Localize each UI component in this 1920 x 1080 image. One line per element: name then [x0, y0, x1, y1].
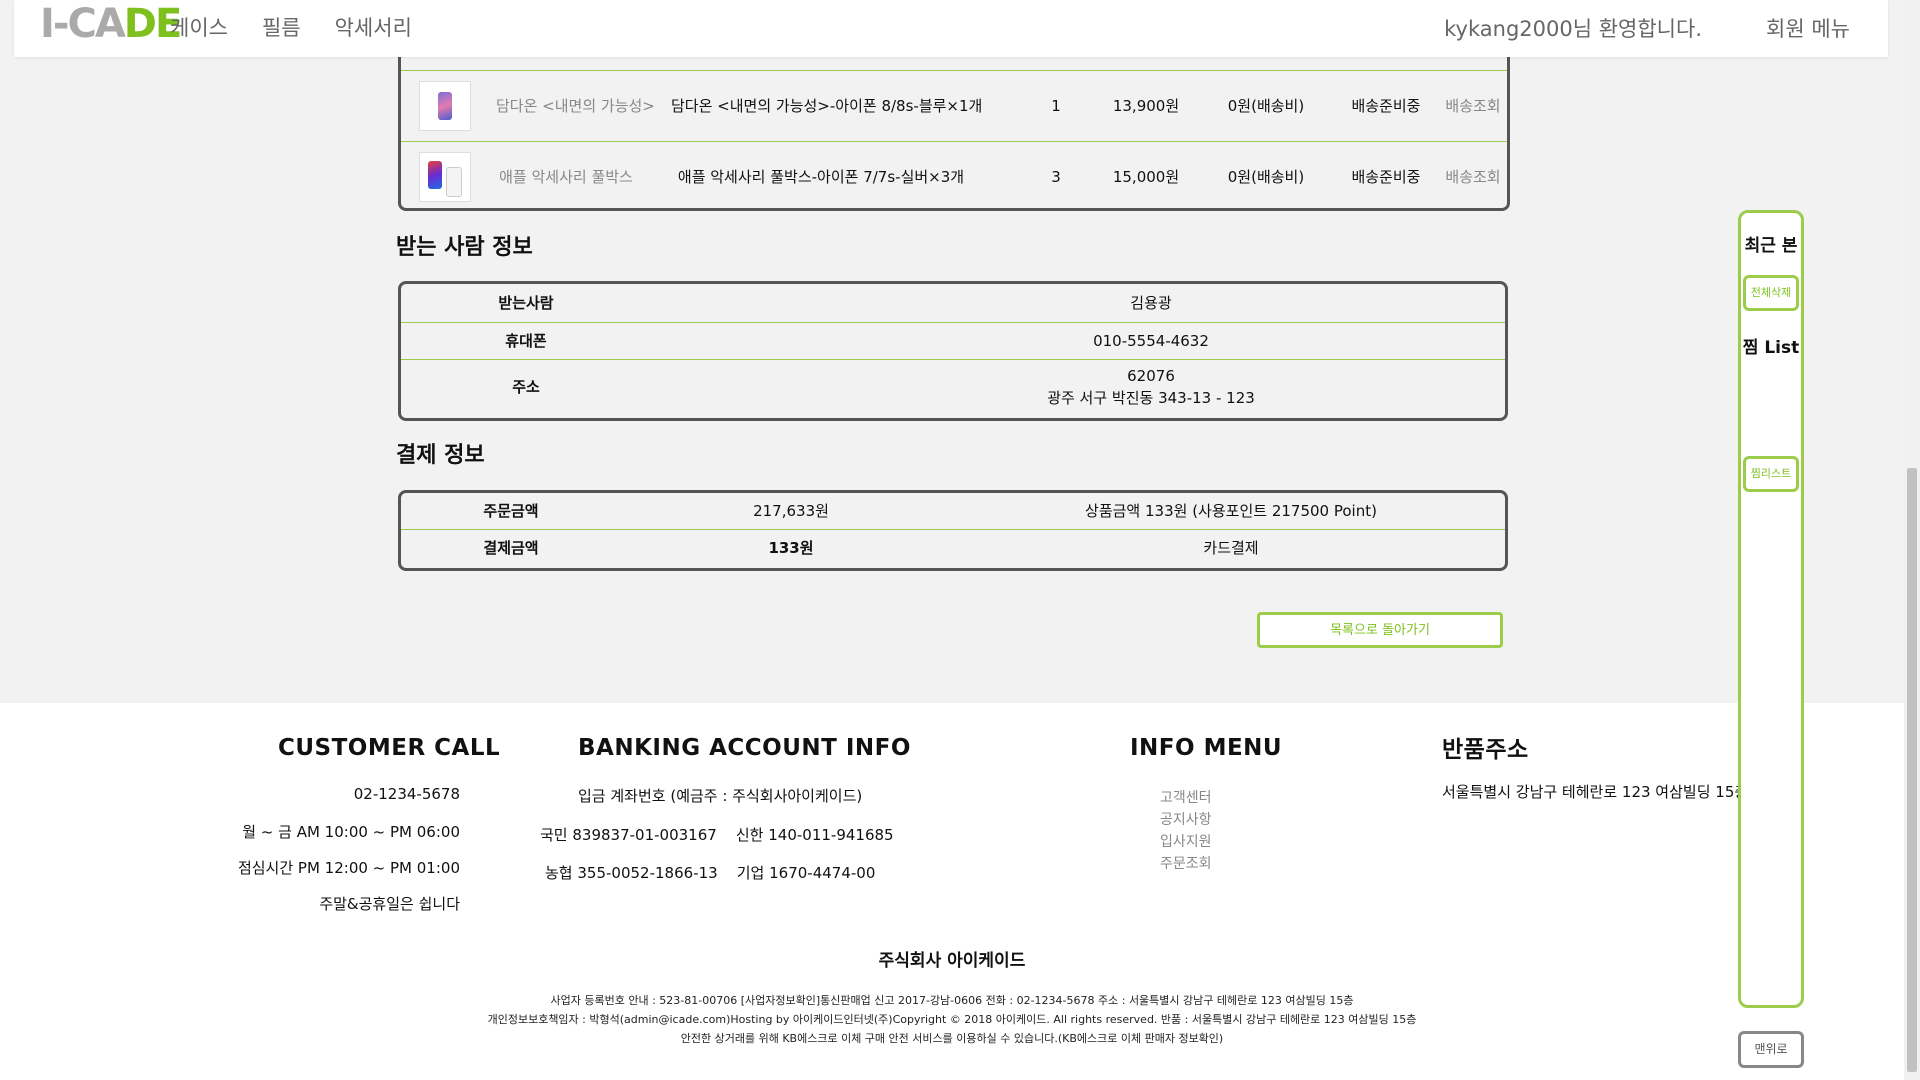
track-delivery-link[interactable]: 배송조회: [1433, 142, 1513, 212]
payment-info-table: 주문금액 217,633원 상품금액 133원 (사용포인트 217500 Po…: [398, 490, 1508, 571]
product-thumbnail[interactable]: [419, 152, 471, 202]
paid-amount-value: 133원: [768, 539, 814, 557]
recipient-info-table: 받는사람 김용광 휴대폰 010-5554-4632 주소 62076 광주 서…: [398, 281, 1508, 421]
product-price: 13,900원: [1112, 97, 1180, 115]
recipient-name-value: 김용광: [1130, 294, 1172, 312]
banking-account-row2: 농협 355-0052-1866-13 기업 1670-4474-00: [545, 864, 876, 882]
nav-accessory[interactable]: 악세서리: [335, 12, 412, 42]
track-delivery-link[interactable]: 배송조회: [1433, 71, 1513, 141]
recipient-section-title: 받는 사람 정보: [396, 235, 533, 260]
payment-section-title: 결제 정보: [396, 443, 485, 468]
wishlist-button[interactable]: 찜리스트: [1743, 456, 1799, 492]
product-option: 담다온 <내면의 가능성>-아이폰 8/8s-블루×1개: [671, 97, 983, 115]
customer-call-lunch: 점심시간 PM 12:00 ~ PM 01:00: [237, 859, 460, 877]
clear-all-button[interactable]: 전체삭제: [1743, 275, 1799, 311]
recipient-phone-label: 휴대폰: [505, 332, 547, 350]
customer-call-holiday: 주말&공휴일은 쉽니다: [319, 895, 460, 913]
shipping-fee: 0원(배송비): [1227, 168, 1305, 186]
footer-link-customer-center[interactable]: 고객센터: [1160, 787, 1212, 807]
page-scrollbar[interactable]: [1904, 0, 1920, 1080]
site-footer: CUSTOMER CALL 02-1234-5678 월 ~ 금 AM 10:0…: [0, 703, 1904, 1080]
recently-viewed-title: 최근 본: [1744, 236, 1798, 256]
order-row: 담다온 <내면의 가능성> 담다온 <내면의 가능성>-아이폰 8/8s-블루×…: [401, 70, 1507, 142]
legal-line-2: 개인정보보호책임자 : 박형석(admin@icade.com)Hosting …: [487, 1013, 1417, 1026]
recipient-name-row: 받는사람 김용광: [401, 284, 1505, 322]
footer-link-order-lookup[interactable]: 주문조회: [1160, 853, 1212, 873]
product-thumbnail[interactable]: [419, 81, 471, 131]
product-name[interactable]: 애플 악세사리 풀박스: [496, 142, 636, 212]
footer-link-notice[interactable]: 공지사항: [1160, 809, 1212, 829]
legal-line-1: 사업자 등록번호 안내 : 523-81-00706 [사업자정보확인]통신판매…: [550, 994, 1354, 1007]
customer-call-title: CUSTOMER CALL: [278, 735, 501, 761]
product-name[interactable]: 담다온 <내면의 가능성>: [496, 71, 655, 141]
order-amount-row: 주문금액 217,633원 상품금액 133원 (사용포인트 217500 Po…: [401, 493, 1505, 529]
product-qty: 1: [1051, 97, 1061, 115]
customer-call-phone: 02-1234-5678: [353, 785, 460, 803]
customer-call-hours: 월 ~ 금 AM 10:00 ~ PM 06:00: [242, 823, 460, 841]
info-menu-title: INFO MENU: [1130, 735, 1283, 761]
back-to-list-button[interactable]: 목록으로 돌아가기: [1257, 612, 1503, 648]
payment-method: 카드결제: [1203, 539, 1259, 557]
logo-text-part2: CA: [67, 1, 125, 47]
company-name: 주식회사 아이케이드: [878, 951, 1026, 971]
phone-image: [428, 161, 442, 189]
top-header: I- CA DE 케이스 필름 악세서리 kykang2000님 환영합니다. …: [14, 0, 1888, 57]
order-status: 배송준비중: [1351, 97, 1421, 115]
nav-case[interactable]: 케이스: [170, 12, 228, 42]
recipient-phone-row: 휴대폰 010-5554-4632: [401, 323, 1505, 359]
order-status: 배송준비중: [1351, 168, 1421, 186]
recipient-phone-value: 010-5554-4632: [1093, 332, 1209, 350]
order-amount-value: 217,633원: [753, 502, 829, 520]
recent-and-wishlist-panel: 최근 본 전체삭제 찜 List 찜리스트: [1738, 210, 1804, 1008]
order-amount-detail: 상품금액 133원 (사용포인트 217500 Point): [1085, 502, 1377, 520]
return-address-title: 반품주소: [1442, 737, 1529, 763]
product-price: 15,000원: [1112, 168, 1180, 186]
member-menu-link[interactable]: 회원 메뉴: [1766, 13, 1850, 43]
footer-link-careers[interactable]: 입사지원: [1160, 831, 1212, 851]
phone-case-image: [438, 92, 452, 120]
site-logo[interactable]: I- CA DE: [40, 1, 182, 47]
shipping-fee: 0원(배송비): [1227, 97, 1305, 115]
welcome-message: kykang2000님 환영합니다.: [1444, 17, 1702, 41]
product-option: 애플 악세사리 풀박스-아이폰 7/7s-실버×3개: [677, 168, 965, 186]
legal-line-3: 안전한 상거래를 위해 KB에스크로 이체 구매 안전 서비스를 이용하실 수 …: [680, 1032, 1224, 1045]
scroll-to-top-button[interactable]: 맨위로: [1738, 1031, 1804, 1068]
phone-box-image: [446, 167, 462, 197]
recipient-address-label: 주소: [512, 378, 540, 396]
logo-text-part1: I-: [40, 1, 70, 47]
recipient-name-label: 받는사람: [498, 294, 554, 312]
nav-film[interactable]: 필름: [262, 12, 301, 42]
recipient-address-value: 광주 서구 박진동 343-13 - 123: [1047, 389, 1255, 407]
order-amount-label: 주문금액: [483, 502, 539, 520]
paid-amount-row: 결제금액 133원 카드결제: [401, 530, 1505, 566]
scrollbar-thumb[interactable]: [1907, 468, 1917, 1072]
recipient-zip-value: 62076: [1127, 367, 1175, 385]
order-row: 애플 악세사리 풀박스 애플 악세사리 풀박스-아이폰 7/7s-실버×3개 3…: [401, 142, 1507, 212]
recipient-address-row: 주소 62076 광주 서구 박진동 343-13 - 123: [401, 360, 1505, 415]
banking-title: BANKING ACCOUNT INFO: [578, 735, 911, 761]
paid-amount-label: 결제금액: [483, 539, 539, 557]
product-qty: 3: [1051, 168, 1061, 186]
main-nav: 케이스 필름 악세서리: [170, 12, 446, 42]
banking-account-row1: 국민 839837-01-003167 신한 140-011-941685: [540, 826, 894, 844]
return-address-value: 서울특별시 강남구 테헤란로 123 여삼빌딩 15층: [1442, 783, 1749, 801]
order-items-table: 담다온 <내면의 가능성> 담다온 <내면의 가능성>-아이폰 8/8s-블루×…: [398, 40, 1510, 211]
wishlist-title: 찜 List: [1742, 338, 1800, 358]
banking-depositor: 입금 계좌번호 (예금주 : 주식회사아이케이드): [578, 787, 863, 805]
